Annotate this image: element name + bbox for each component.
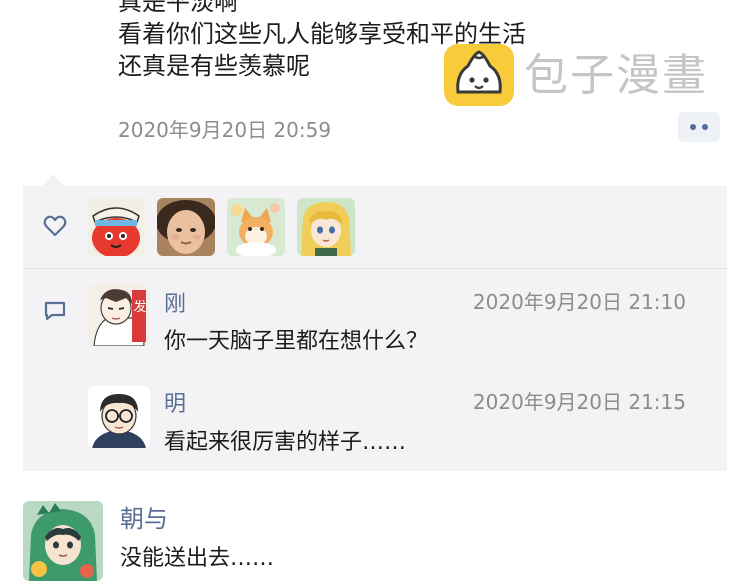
interaction-panel: 发 刚 2020年9月20日 21:10 你一天脑子里都在想什么？ 明 2020… [23, 186, 727, 471]
likes-row [23, 186, 727, 268]
comment-author[interactable]: 明 [164, 386, 186, 418]
panel-divider [23, 268, 727, 269]
post-text: 没能送出去…… [120, 546, 275, 571]
girl-face-avatar[interactable] [157, 198, 215, 256]
comment-text[interactable]: 你一天脑子里都在想什么？ [164, 323, 428, 355]
heart-icon [43, 215, 67, 237]
bun-logo-icon [444, 44, 514, 106]
comment-icon [43, 300, 67, 322]
post-author[interactable]: 朝与 [120, 499, 168, 534]
red-mascot-avatar[interactable] [87, 198, 145, 256]
post-timestamp: 2020年9月20日 20:59 [118, 118, 332, 142]
glasses-boy-avatar[interactable] [88, 386, 150, 448]
post-line: 真是平淡啊 [118, 0, 238, 16]
manga-man-avatar[interactable]: 发 [88, 284, 150, 346]
ellipsis-icon[interactable] [678, 112, 720, 142]
cat-avatar[interactable] [227, 198, 285, 256]
watermark-text: 包子漫畫 [524, 50, 708, 101]
dino-hood-avatar[interactable] [23, 501, 103, 581]
comment-author[interactable]: 刚 [164, 286, 186, 318]
moments-feed: 真是平淡啊 看着你们这些凡人能够享受和平的生活 还真是有些羡慕呢 包子漫畫 20… [0, 0, 750, 586]
avatar-badge: 发 [133, 300, 147, 315]
anime-girl-avatar[interactable] [297, 198, 355, 256]
comment-time: 2020年9月20日 21:10 [472, 290, 686, 314]
watermark: 包子漫畫 [444, 44, 734, 108]
comment-text[interactable]: 看起来很厉害的样子…… [164, 424, 406, 456]
panel-caret [42, 174, 64, 186]
comment-time: 2020年9月20日 21:15 [472, 390, 686, 414]
